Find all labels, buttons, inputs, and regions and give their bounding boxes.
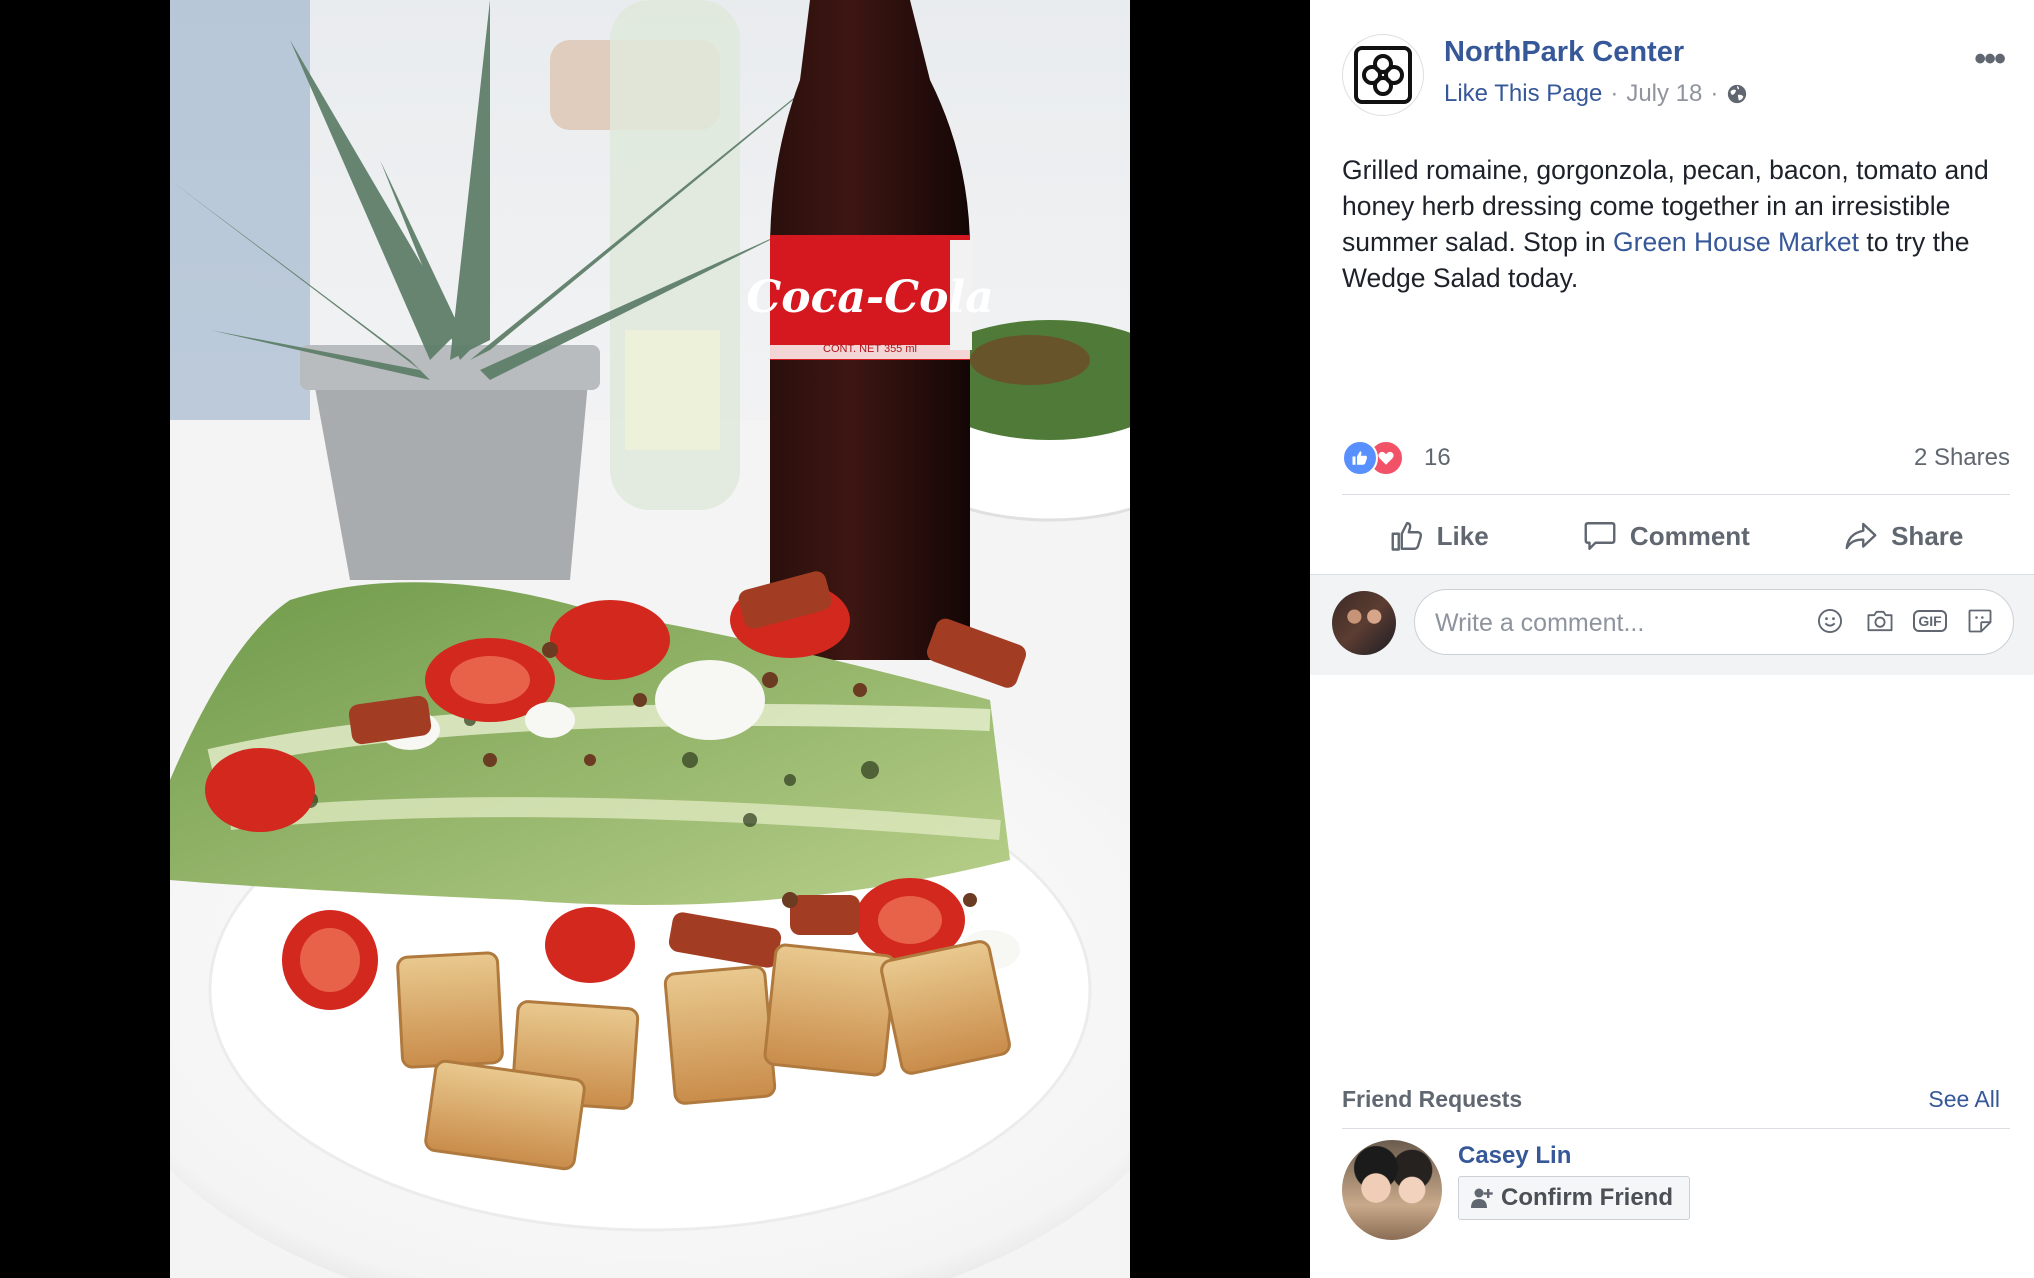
current-user-avatar[interactable] xyxy=(1332,591,1396,655)
like-button[interactable]: Like xyxy=(1389,518,1489,554)
meta-separator: · xyxy=(1610,80,1619,107)
comment-composer: GIF xyxy=(1310,574,2034,675)
post-message: Grilled romaine, gorgonzola, pecan, baco… xyxy=(1342,152,2002,296)
add-friend-icon xyxy=(1471,1188,1493,1208)
confirm-friend-label: Confirm Friend xyxy=(1501,1184,1673,1211)
shares-count[interactable]: 2 Shares xyxy=(1914,444,2010,472)
comment-label: Comment xyxy=(1629,520,1750,551)
northpark-logo-icon xyxy=(1354,46,1412,104)
reactions-summary: 16 2 Shares xyxy=(1342,438,2010,478)
post-actions: Like Comment Share xyxy=(1342,500,2010,572)
camera-icon[interactable] xyxy=(1865,606,1895,636)
more-options-icon[interactable]: ••• xyxy=(1974,40,2006,79)
see-all-link[interactable]: See All xyxy=(1928,1086,2000,1113)
share-button[interactable]: Share xyxy=(1843,518,1963,554)
page-avatar[interactable] xyxy=(1342,34,1424,116)
comment-input[interactable] xyxy=(1433,590,1797,656)
share-label: Share xyxy=(1891,520,1964,551)
bottle-sublabel: CONT. NET 355 ml xyxy=(823,343,917,355)
meta-separator: · xyxy=(1710,80,1719,107)
thumbs-up-icon xyxy=(1391,522,1422,551)
share-arrow-icon xyxy=(1845,522,1877,550)
friend-request-name[interactable]: Casey Lin xyxy=(1458,1142,1571,1170)
salad-photo: Coca-Cola CONT. NET 355 ml xyxy=(170,0,1130,1278)
emoji-icon[interactable] xyxy=(1815,606,1845,636)
post-header: NorthPark Center Like This Page · July 1… xyxy=(1342,30,2006,120)
confirm-friend-button[interactable]: Confirm Friend xyxy=(1458,1176,1690,1220)
comment-button[interactable]: Comment xyxy=(1582,518,1750,554)
divider xyxy=(1342,494,2010,495)
friend-requests-header: Friend Requests See All xyxy=(1342,1086,2000,1120)
sticker-icon[interactable] xyxy=(1965,606,1995,636)
gif-label: GIF xyxy=(1913,610,1947,632)
comment-input-box[interactable]: GIF xyxy=(1414,589,2014,656)
globe-icon[interactable] xyxy=(1726,83,1748,105)
gif-icon[interactable]: GIF xyxy=(1913,606,1947,636)
like-label: Like xyxy=(1436,520,1489,551)
like-page-link[interactable]: Like This Page xyxy=(1444,80,1602,108)
page-name-link[interactable]: NorthPark Center xyxy=(1444,36,1684,69)
bottle-label: Coca-Cola xyxy=(746,272,994,323)
post-date[interactable]: July 18 xyxy=(1626,80,1702,108)
friend-requests-title: Friend Requests xyxy=(1342,1086,1523,1112)
friend-request-avatar[interactable] xyxy=(1342,1140,1442,1240)
reaction-icons[interactable] xyxy=(1342,440,1412,476)
comment-tools: GIF xyxy=(1815,606,1995,636)
friend-request-item: Casey Lin Confirm Friend xyxy=(1342,1140,2000,1240)
like-reaction-icon xyxy=(1342,440,1378,476)
post-side-panel: NorthPark Center Like This Page · July 1… xyxy=(1310,0,2034,1278)
divider xyxy=(1342,1128,2010,1129)
reaction-count[interactable]: 16 xyxy=(1424,444,1451,472)
post-meta: Like This Page · July 18 · xyxy=(1444,80,1748,108)
comment-bubble-icon xyxy=(1584,522,1616,550)
green-house-market-link[interactable]: Green House Market xyxy=(1613,227,1859,257)
photo-viewer: Coca-Cola CONT. NET 355 ml xyxy=(0,0,1310,1278)
post-photo[interactable]: Coca-Cola CONT. NET 355 ml xyxy=(170,0,1130,1278)
